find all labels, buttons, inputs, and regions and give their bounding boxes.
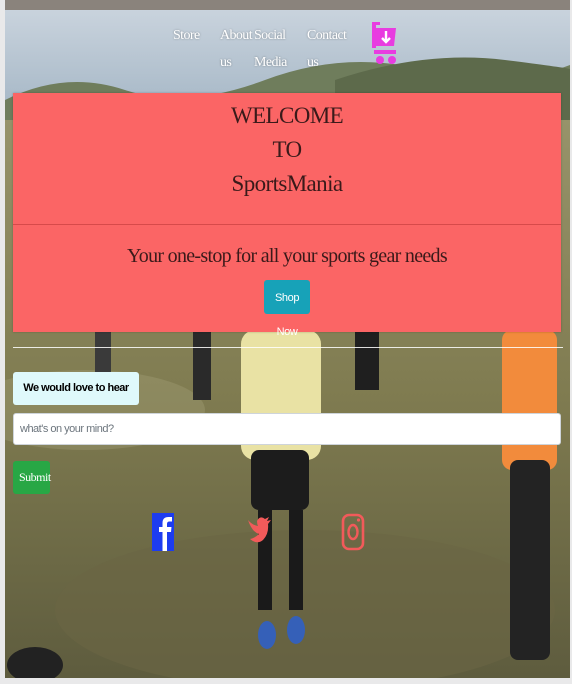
page-frame: Store About us Social Media Contact us W… — [5, 0, 570, 678]
tagline: Your one-stop for all your sports gear n… — [127, 245, 448, 267]
twitter-link[interactable] — [245, 512, 271, 552]
welcome-line-2: TO — [272, 137, 302, 162]
divider-line — [13, 347, 563, 348]
welcome-line-1: WELCOME — [230, 103, 344, 128]
welcome-title: WELCOME TO SportsMania — [13, 99, 561, 201]
nav-contact-label-2: us — [307, 55, 319, 70]
nav-contact-us[interactable]: Contact us — [307, 22, 347, 76]
twitter-icon — [248, 517, 271, 543]
top-bar — [5, 0, 570, 10]
instagram-icon — [341, 513, 365, 551]
welcome-line-3: SportsMania — [231, 171, 344, 196]
nav-about-label-1: About — [220, 28, 253, 43]
shop-now-button[interactable]: Shop Now — [264, 280, 310, 338]
nav-social-media[interactable]: Social Media — [254, 22, 287, 76]
shopping-cart-icon[interactable] — [370, 20, 398, 66]
instagram-link[interactable] — [340, 512, 366, 552]
nav-about-label-2: us — [220, 55, 232, 70]
facebook-icon — [152, 513, 174, 551]
nav-social-label-2: Media — [254, 55, 287, 70]
welcome-jumbotron: WELCOME TO SportsMania Your one-stop for… — [13, 93, 561, 338]
welcome-divider — [13, 224, 561, 225]
nav-store-label: Store — [173, 28, 200, 43]
feedback-input[interactable] — [13, 413, 561, 445]
nav-store[interactable]: Store — [173, 22, 200, 49]
nav-about-us[interactable]: About us — [220, 22, 253, 76]
facebook-link[interactable] — [151, 512, 177, 552]
feedback-label: We would love to hear from you — [13, 372, 139, 427]
nav-contact-label-1: Contact — [307, 28, 347, 43]
nav-social-label-1: Social — [254, 28, 286, 43]
submit-button[interactable]: Submit — [13, 461, 51, 494]
